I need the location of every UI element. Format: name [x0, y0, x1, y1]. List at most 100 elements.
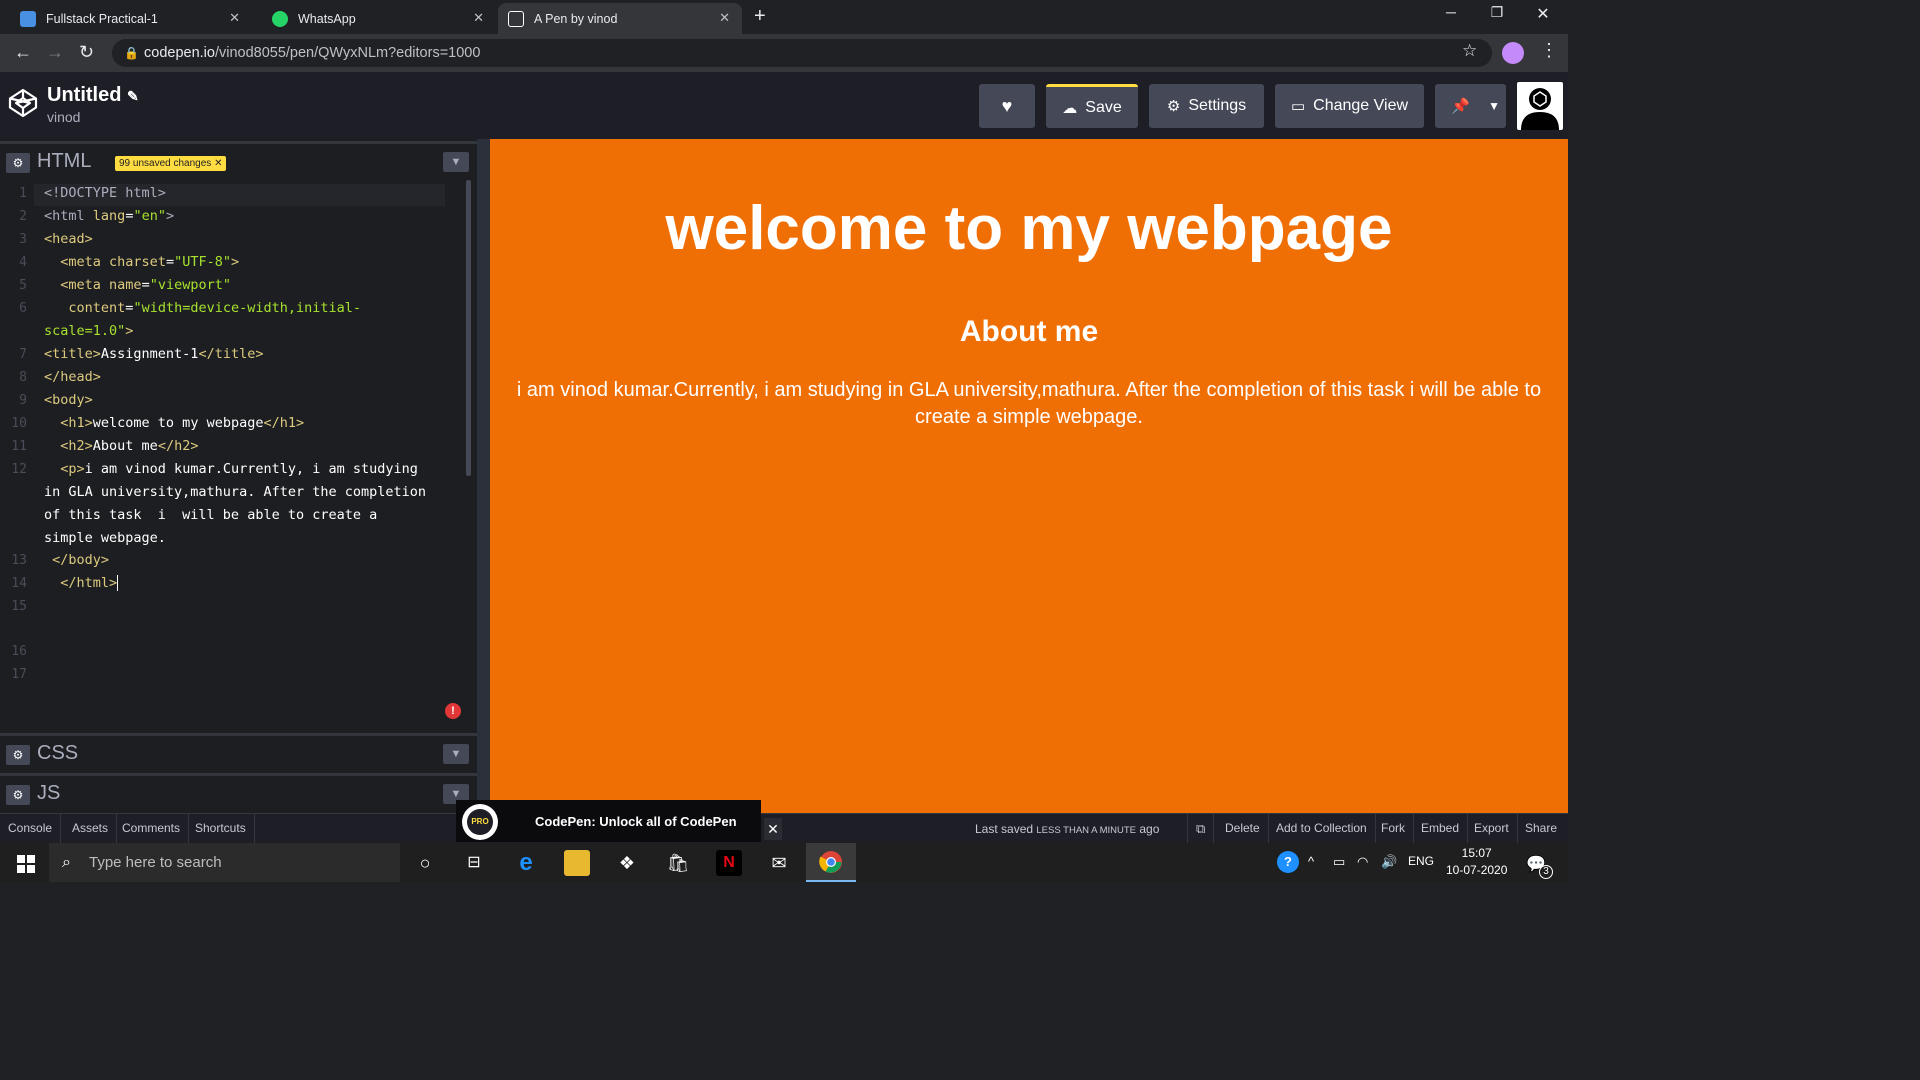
search-placeholder: Type here to search [89, 854, 222, 871]
volume-icon[interactable]: 🔊 [1381, 854, 1397, 870]
line-number: 10 [11, 416, 27, 431]
search-icon: ⌕ [62, 854, 71, 871]
shortcuts-button[interactable]: Shortcuts [187, 814, 255, 844]
editor-scrollbar[interactable] [466, 180, 471, 476]
html-code-editor[interactable]: 1 2 3 4 5 6 7 8 9 10 11 12 13 14 15 16 1… [0, 179, 465, 729]
pin-button[interactable]: 📌 ▼ [1435, 84, 1506, 128]
pro-promo-toast[interactable]: PRO CodePen: Unlock all of CodePen [456, 800, 761, 842]
line-number: 4 [19, 255, 27, 270]
line-number: 12 [11, 462, 27, 477]
browser-tab-bar: Fullstack Practical-1 ✕ WhatsApp ✕ A Pen… [0, 0, 1568, 34]
export-button[interactable]: Export [1466, 814, 1518, 844]
line-number: 8 [19, 370, 27, 385]
dropbox-icon[interactable]: ❖ [614, 850, 640, 876]
bookmark-star-icon[interactable]: ☆ [1462, 41, 1477, 61]
html-panel-header: ⚙ HTML 99 unsaved changes ✕ ▼ [0, 141, 477, 179]
preview-paragraph: i am vinod kumar.Currently, i am studyin… [516, 379, 1542, 428]
add-to-collection-button[interactable]: Add to Collection [1268, 814, 1376, 844]
assets-button[interactable]: Assets [64, 814, 118, 844]
file-explorer-icon[interactable] [564, 850, 590, 876]
embed-button[interactable]: Embed [1413, 814, 1469, 844]
language-indicator[interactable]: ENG [1408, 854, 1434, 868]
css-settings-gear-icon[interactable]: ⚙ [6, 745, 30, 765]
pen-title[interactable]: Untitled ✎ [47, 84, 139, 107]
code-line: in GLA university,mathura. After the com… [44, 484, 427, 500]
wifi-icon[interactable]: ◠ [1357, 854, 1368, 870]
settings-button[interactable]: ⚙ Settings [1149, 84, 1264, 128]
task-view-icon[interactable]: ⊟ [461, 850, 487, 876]
url-host: codepen.io [144, 45, 215, 61]
edge-icon[interactable]: e [513, 850, 539, 876]
js-settings-gear-icon[interactable]: ⚙ [6, 785, 30, 805]
pin-icon: 📌 [1451, 98, 1470, 115]
code-line: simple webpage. [44, 530, 166, 546]
error-icon[interactable]: ! [445, 703, 461, 719]
edit-pencil-icon[interactable]: ✎ [127, 88, 139, 104]
back-icon[interactable]: ← [14, 42, 32, 63]
html-collapse-chevron-icon[interactable]: ▼ [443, 152, 469, 172]
code-line: </head> [44, 369, 101, 385]
codepen-header: Untitled ✎ vinod ♥ ☁ Save ⚙ Settings ▭ C… [0, 72, 1568, 139]
pen-title-text: Untitled [47, 84, 122, 106]
taskbar-clock[interactable]: 15:07 10-07-2020 [1446, 845, 1507, 879]
user-avatar[interactable] [1517, 82, 1563, 130]
address-bar-row: ← → ↻ 🔒 codepen.io/vinod8055/pen/QWyxNLm… [0, 34, 1568, 72]
restore-icon[interactable]: ❐ [1474, 4, 1520, 21]
tray-chevron-up-icon[interactable]: ^ [1308, 854, 1314, 869]
forward-icon[interactable]: → [46, 42, 64, 63]
line-number: 2 [19, 209, 27, 224]
chevron-down-icon[interactable]: ▼ [1488, 99, 1500, 113]
css-collapse-chevron-icon[interactable]: ▼ [443, 744, 469, 764]
minimize-icon[interactable]: ─ [1428, 4, 1474, 20]
url-input[interactable]: 🔒 codepen.io/vinod8055/pen/QWyxNLm?edito… [112, 39, 1492, 67]
js-panel-header[interactable]: ⚙ JS ▼ [0, 773, 477, 811]
line-number: 15 [11, 599, 27, 614]
tab-a-pen-by-vinod[interactable]: A Pen by vinod ✕ [498, 3, 742, 34]
close-icon[interactable]: ✕ [229, 10, 240, 26]
tab-title: WhatsApp [298, 11, 356, 26]
console-button[interactable]: Console [0, 814, 62, 844]
battery-icon[interactable]: ▭ [1333, 854, 1345, 870]
pro-badge: PRO [462, 804, 498, 840]
change-view-button[interactable]: ▭ Change View [1275, 84, 1424, 128]
css-panel-header[interactable]: ⚙ CSS ▼ [0, 733, 477, 771]
close-icon[interactable]: ✕ [473, 10, 484, 26]
close-icon[interactable]: ✕ [214, 158, 222, 169]
mail-icon[interactable]: ✉ [766, 850, 792, 876]
close-icon[interactable]: ✕ [719, 10, 730, 26]
code-line: content="width=device-width,initial- [68, 300, 362, 316]
unsaved-changes-badge[interactable]: 99 unsaved changes ✕ [115, 156, 227, 171]
save-button[interactable]: ☁ Save [1046, 84, 1138, 128]
heart-icon: ♥ [1001, 95, 1013, 116]
share-button[interactable]: Share [1517, 814, 1565, 844]
menu-kebab-icon[interactable]: ⋮ [1540, 40, 1558, 61]
classroom-icon [20, 10, 36, 27]
delete-button[interactable]: Delete [1217, 814, 1269, 844]
preview-heading: welcome to my webpage [665, 194, 1393, 263]
tab-fullstack-practical[interactable]: Fullstack Practical-1 ✕ [0, 3, 252, 34]
last-saved-ago: ago [1139, 822, 1160, 836]
promo-close-icon[interactable]: ✕ [764, 818, 782, 840]
profile-avatar[interactable] [1502, 42, 1524, 64]
windows-start-icon[interactable] [17, 855, 35, 873]
fork-button[interactable]: Fork [1373, 814, 1414, 844]
external-link-icon[interactable]: ⧉ [1187, 814, 1215, 844]
tab-whatsapp[interactable]: WhatsApp ✕ [252, 3, 496, 34]
reload-icon[interactable]: ↻ [79, 42, 94, 63]
store-icon[interactable]: 🛍 [665, 850, 691, 876]
heart-button[interactable]: ♥ [979, 84, 1035, 128]
resize-divider[interactable] [477, 139, 490, 813]
html-settings-gear-icon[interactable]: ⚙ [6, 153, 30, 173]
pen-author[interactable]: vinod [47, 109, 80, 125]
close-window-icon[interactable]: ✕ [1520, 4, 1566, 24]
netflix-icon[interactable]: N [716, 850, 742, 876]
taskbar-search-input[interactable]: ⌕ Type here to search [49, 843, 400, 882]
new-tab-button[interactable]: + [754, 5, 766, 28]
clock-time: 15:07 [1461, 846, 1492, 860]
cortana-icon[interactable]: ○ [412, 850, 438, 876]
chrome-taskbar-button[interactable] [806, 843, 856, 882]
comments-button[interactable]: Comments [114, 814, 190, 844]
help-icon[interactable]: ? [1277, 851, 1299, 873]
code-line: <head> [44, 231, 93, 247]
codepen-logo-icon[interactable] [8, 88, 38, 118]
